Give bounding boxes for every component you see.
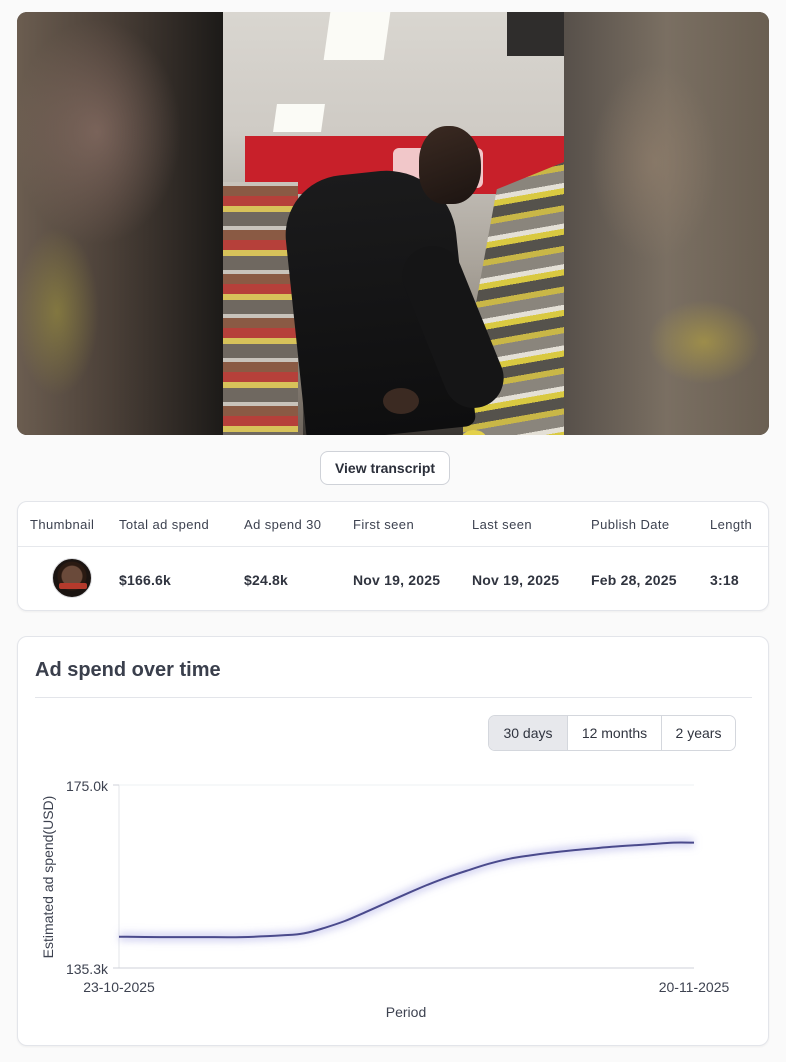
header-ad-spend-30: Ad spend 30 [244, 517, 322, 532]
first-seen-value: Nov 19, 2025 [353, 572, 441, 588]
stats-header-row: Thumbnail Total ad spend Ad spend 30 Fir… [18, 502, 768, 547]
last-seen-value: Nov 19, 2025 [472, 572, 560, 588]
ad-spend-30-value: $24.8k [244, 572, 289, 588]
ceiling-vent [507, 12, 564, 56]
x-axis-title: Period [386, 1004, 426, 1020]
ad-stats-table: Thumbnail Total ad spend Ad spend 30 Fir… [17, 501, 769, 611]
header-thumbnail: Thumbnail [30, 517, 95, 532]
ceiling-light [323, 12, 391, 60]
person-hand [383, 388, 419, 414]
header-length: Length [710, 517, 753, 532]
header-total-ad-spend: Total ad spend [119, 517, 210, 532]
y-tick-label: 175.0k [66, 778, 109, 794]
x-tick-label: 20-11-2025 [659, 979, 730, 995]
video-frame [223, 12, 564, 435]
video-player[interactable] [17, 12, 769, 435]
header-last-seen: Last seen [472, 517, 532, 532]
ad-spend-line-chart: 175.0k 135.3k 23-10-2025 20-11-2025 Peri… [40, 778, 730, 1020]
y-tick-label: 135.3k [66, 961, 109, 977]
view-transcript-button[interactable]: View transcript [320, 451, 450, 485]
ad-spend-chart-card: Ad spend over time 30 days 12 months 2 y… [17, 636, 769, 1046]
length-value: 3:18 [710, 572, 739, 588]
header-publish-date: Publish Date [591, 517, 670, 532]
video-blur-left [17, 12, 223, 435]
total-ad-spend-value: $166.6k [119, 572, 172, 588]
person-head [419, 126, 481, 204]
video-thumbnail[interactable] [52, 558, 92, 598]
x-tick-label: 23-10-2025 [83, 979, 155, 995]
publish-date-value: Feb 28, 2025 [591, 572, 677, 588]
table-row: $166.6k $24.8k Nov 19, 2025 Nov 19, 2025… [18, 548, 768, 611]
video-blur-right [564, 12, 769, 435]
y-axis-title: Estimated ad spend(USD) [40, 796, 56, 959]
ceiling-light [273, 104, 325, 132]
header-first-seen: First seen [353, 517, 415, 532]
series-line-glow [118, 838, 695, 942]
